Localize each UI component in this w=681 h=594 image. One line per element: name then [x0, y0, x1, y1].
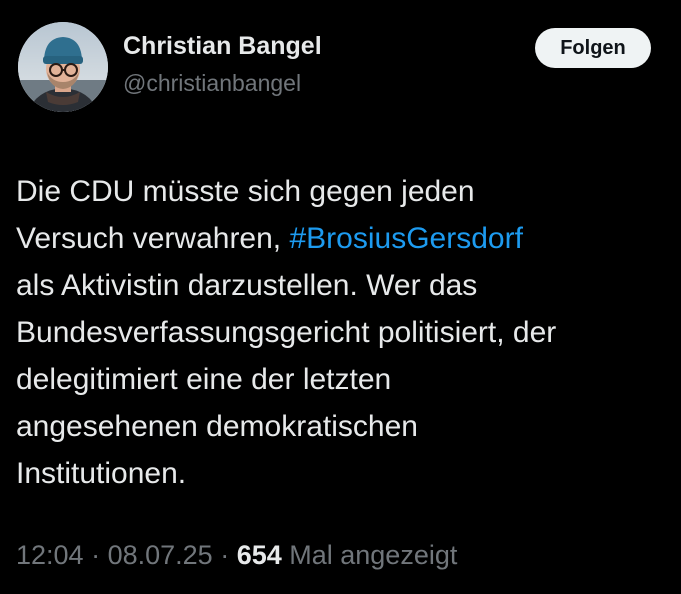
- tweet-text-line: Bundesverfassungsgericht politisiert, de…: [16, 309, 666, 356]
- hashtag-link[interactable]: #BrosiusGersdorf: [289, 222, 522, 255]
- tweet-text-segment: angesehenen demokratischen: [16, 410, 418, 443]
- avatar-photo-icon: [18, 22, 108, 112]
- tweet-text-line: angesehenen demokratischen: [16, 403, 666, 450]
- tweet-text-line: delegitimiert eine der letzten: [16, 356, 666, 403]
- tweet-time[interactable]: 12:04: [16, 540, 84, 570]
- tweet-text-segment: delegitimiert eine der letzten: [16, 363, 392, 396]
- tweet-text-segment: Die CDU müsste sich gegen jeden: [16, 175, 475, 208]
- tweet-card: Christian Bangel @christianbangel Folgen…: [0, 0, 681, 594]
- tweet-text-line: Die CDU müsste sich gegen jeden: [16, 168, 666, 215]
- tweet-text-segment: Versuch verwahren,: [16, 222, 290, 255]
- meta-separator: ·: [83, 540, 108, 570]
- tweet-text-segment: als Aktivistin darzustellen. Wer das: [16, 269, 478, 302]
- author-display-name[interactable]: Christian Bangel: [123, 30, 322, 62]
- tweet-meta: 12:04 · 08.07.25 · 654 Mal angezeigt: [16, 537, 457, 573]
- tweet-date[interactable]: 08.07.25: [108, 540, 213, 570]
- tweet-text-line: Versuch verwahren, #BrosiusGersdorf: [16, 215, 666, 262]
- avatar[interactable]: [18, 22, 108, 112]
- tweet-text-segment: Bundesverfassungsgericht politisiert, de…: [16, 316, 557, 349]
- meta-separator: ·: [212, 540, 237, 570]
- views-label: Mal angezeigt: [281, 540, 458, 570]
- tweet-text-line: als Aktivistin darzustellen. Wer das: [16, 262, 666, 309]
- tweet-text-line: Institutionen.: [16, 450, 666, 497]
- tweet-text: Die CDU müsste sich gegen jeden Versuch …: [16, 168, 666, 497]
- author-handle[interactable]: @christianbangel: [123, 68, 322, 98]
- tweet-text-segment: Institutionen.: [16, 457, 187, 490]
- author-info: Christian Bangel @christianbangel: [123, 30, 322, 98]
- follow-button[interactable]: Folgen: [535, 28, 651, 68]
- views-count: 654: [236, 540, 282, 570]
